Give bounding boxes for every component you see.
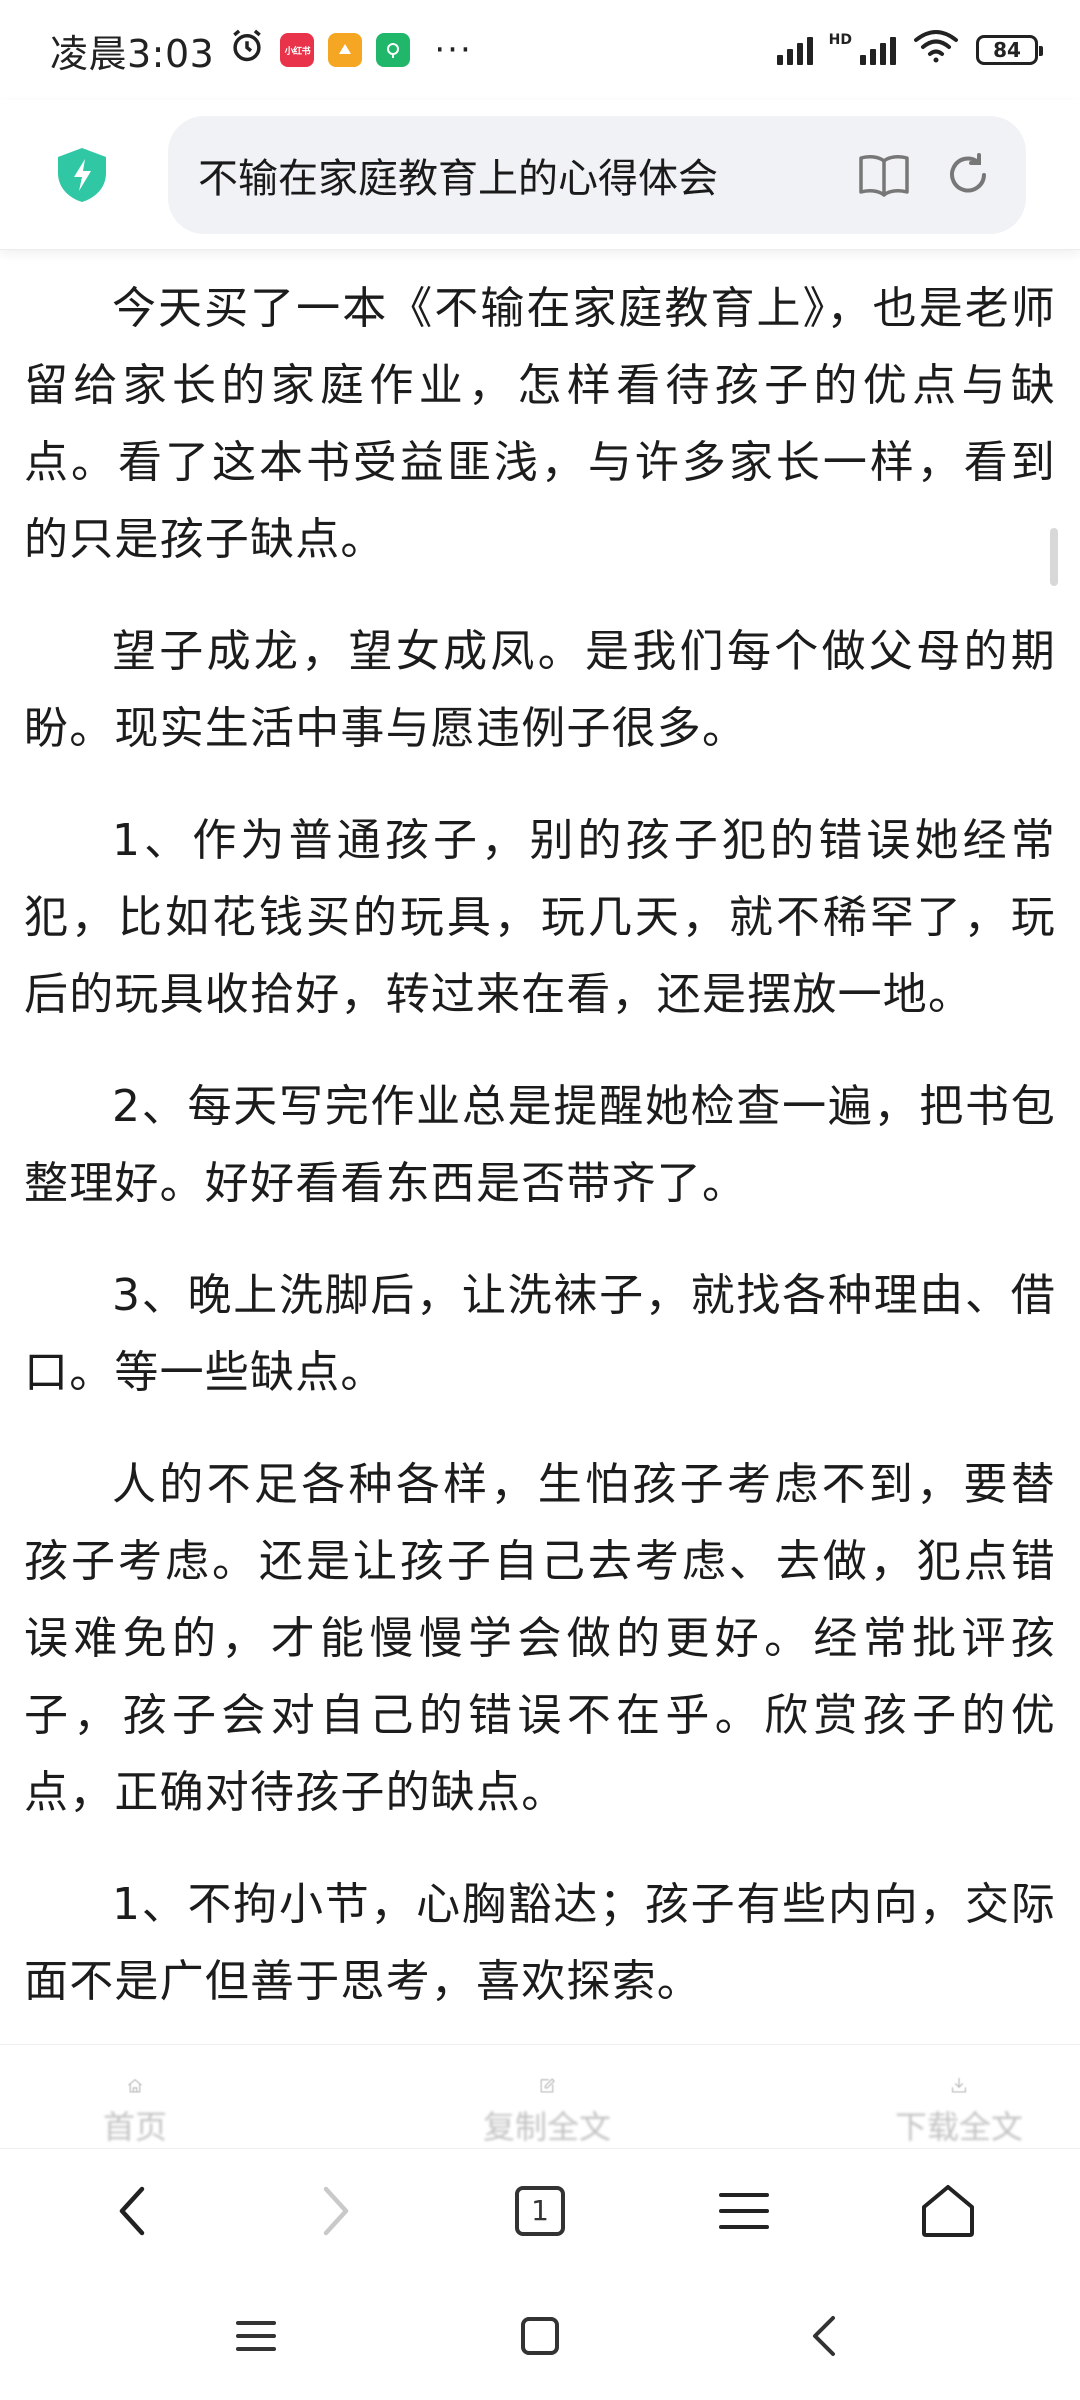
xiaohongshu-app-label: 小红书 — [284, 46, 311, 57]
battery-indicator: 84 — [976, 35, 1043, 65]
browser-page: 凌晨3:03 小红书 ··· HD 84 不输在家庭教育上的心得体会 今天买了一… — [0, 0, 1080, 2400]
download-full-text-label: 下载全文 — [894, 2108, 1023, 2146]
scrollbar-thumb[interactable] — [1050, 528, 1058, 586]
article-paragraph: 望子成龙，望女成凤。是我们每个做父母的期盼。现实生活中事与愿违例子很多。 — [24, 626, 1056, 754]
article-action-bar: 首页 复制全文 下载全文 — [0, 2044, 1080, 2148]
download-icon — [951, 2077, 967, 2093]
security-shield-icon[interactable] — [52, 145, 112, 205]
cell-signal-2-icon — [860, 35, 896, 65]
forward-icon — [323, 2186, 349, 2235]
article-paragraph: 2、每天写完作业总是提醒她检查一遍，把书包整理好。好好看看东西是否带齐了。 — [24, 1081, 1056, 1209]
article-paragraph: 3、晚上洗脚后，让洗袜子，就找各种理由、借口。等一些缺点。 — [24, 1270, 1056, 1398]
article-paragraph: 1、作为普通孩子，别的孩子犯的错误她经常犯，比如花钱买的玩具，玩几天，就不稀罕了… — [24, 815, 1056, 1020]
recents-icon — [236, 2321, 276, 2351]
tab-count-badge: 1 — [515, 2185, 565, 2236]
home-outline-icon — [922, 2184, 974, 2237]
home-action-label: 首页 — [102, 2108, 167, 2146]
wifi-icon — [912, 28, 960, 73]
edit-icon — [540, 2078, 555, 2093]
article-paragraph: 1、不拘小节，心胸豁达；孩子有些内向，交际面不是广但善于思考，喜欢探索。 — [24, 1879, 1056, 2007]
browser-toolbar: 1 — [0, 2148, 1080, 2272]
article-paragraph: 人的不足各种各样，生怕孩子考虑不到，要替孩子考虑。还是让孩子自己去考虑、去做，犯… — [24, 1459, 1056, 1818]
system-navigation-bar — [0, 2272, 1080, 2400]
system-home-icon — [521, 2317, 559, 2355]
home-icon — [128, 2079, 142, 2093]
more-notifications-icon: ··· — [434, 30, 473, 70]
menu-icon — [719, 2192, 769, 2229]
green-app-icon — [376, 33, 411, 67]
article-content: 今天买了一本《不输在家庭教育上》，也是老师留给家长的家庭作业，怎样看待孩子的优点… — [0, 270, 1080, 2040]
system-back-icon — [813, 2316, 835, 2356]
reader-mode-book-icon[interactable] — [856, 147, 912, 203]
tabs-button[interactable]: 1 — [485, 2156, 595, 2266]
back-button[interactable] — [77, 2156, 187, 2266]
page-title-in-address-bar[interactable]: 不输在家庭教育上的心得体会 — [198, 146, 828, 204]
hd-label: HD — [828, 32, 852, 48]
refresh-icon[interactable] — [940, 147, 996, 203]
xiaohongshu-app-icon: 小红书 — [280, 33, 315, 67]
cell-signal-icon — [776, 35, 813, 65]
system-back-button[interactable] — [792, 2304, 856, 2368]
alarm-icon — [228, 27, 266, 74]
download-full-text-button[interactable]: 下载全文 — [894, 2045, 1024, 2148]
copy-full-text-label: 复制全文 — [482, 2108, 611, 2146]
orange-app-icon — [328, 33, 363, 67]
status-bar: 凌晨3:03 小红书 ··· HD 84 — [0, 0, 1080, 100]
home-button[interactable] — [893, 2156, 1003, 2266]
forward-button[interactable] — [281, 2156, 391, 2266]
article-paragraph: 今天买了一本《不输在家庭教育上》，也是老师留给家长的家庭作业，怎样看待孩子的优点… — [24, 283, 1056, 565]
system-home-button[interactable] — [508, 2304, 572, 2368]
address-bar[interactable]: 不输在家庭教育上的心得体会 — [168, 115, 1026, 234]
status-time: 凌晨3:03 — [50, 31, 215, 76]
copy-full-text-button[interactable]: 复制全文 — [482, 2045, 612, 2148]
status-right: HD 84 — [776, 28, 1043, 73]
recents-button[interactable] — [224, 2304, 288, 2368]
back-icon — [119, 2186, 145, 2235]
home-action-button[interactable]: 首页 — [70, 2045, 200, 2148]
address-bar-area: 不输在家庭教育上的心得体会 — [0, 100, 1080, 250]
menu-button[interactable] — [689, 2156, 799, 2266]
status-left: 凌晨3:03 小红书 ··· — [50, 23, 777, 78]
